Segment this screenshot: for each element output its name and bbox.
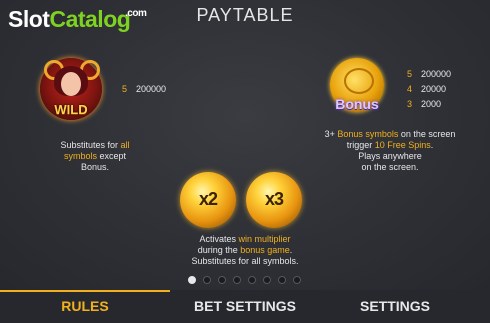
pay-count: 3 bbox=[407, 99, 413, 109]
pay-count: 4 bbox=[407, 84, 413, 94]
bonus-pays: 5 200000 4 20000 3 2000 bbox=[407, 67, 451, 112]
pay-value: 2000 bbox=[421, 99, 442, 109]
page-dot[interactable] bbox=[248, 276, 256, 284]
desc-highlight: win multiplier bbox=[238, 234, 291, 244]
desc-highlight: Bonus symbols bbox=[337, 129, 399, 139]
active-tab-underline bbox=[0, 290, 170, 292]
page-dot[interactable] bbox=[278, 276, 286, 284]
page-dot[interactable] bbox=[218, 276, 226, 284]
bonus-pay-row: 3 2000 bbox=[407, 97, 451, 112]
desc-text: . bbox=[430, 140, 434, 150]
paytable-panel: SlotCatalog .com PAYTABLE WILD 5 200000 S… bbox=[0, 0, 490, 290]
desc-text: trigger bbox=[346, 140, 375, 150]
wild-symbol-icon: WILD bbox=[40, 58, 102, 120]
pay-count: 5 bbox=[407, 69, 413, 79]
page-dot[interactable] bbox=[188, 276, 196, 284]
desc-text: on the screen. bbox=[361, 162, 419, 172]
coin-face-shape bbox=[344, 68, 374, 94]
wild-description: Substitutes for all symbols except Bonus… bbox=[40, 140, 150, 173]
page-dot[interactable] bbox=[233, 276, 241, 284]
desc-text: 3+ bbox=[324, 129, 338, 139]
pay-value: 200000 bbox=[421, 69, 452, 79]
desc-text: Substitutes for all symbols. bbox=[191, 256, 299, 266]
multiplier-x2-icon: x2 bbox=[180, 172, 236, 228]
desc-highlight: symbols bbox=[63, 151, 97, 161]
page-dot[interactable] bbox=[203, 276, 211, 284]
multiplier-x3-icon: x3 bbox=[246, 172, 302, 228]
desc-text: Plays anywhere bbox=[358, 151, 422, 161]
wild-pays: 5 200000 bbox=[122, 82, 166, 97]
wild-symbol-word: WILD bbox=[54, 102, 88, 117]
face-shape bbox=[61, 72, 81, 96]
multiplier-label: x3 bbox=[264, 189, 284, 209]
tab-bar: RULES BET SETTINGS SETTINGS bbox=[0, 290, 490, 323]
desc-text: Bonus. bbox=[80, 162, 110, 172]
pay-value: 200000 bbox=[136, 84, 167, 94]
desc-text: Substitutes for bbox=[60, 140, 121, 150]
page-dot[interactable] bbox=[263, 276, 271, 284]
desc-highlight: bonus game bbox=[240, 245, 290, 255]
desc-highlight: 10 Free Spins bbox=[374, 140, 431, 150]
pay-count: 5 bbox=[122, 84, 128, 94]
desc-text: during the bbox=[197, 245, 241, 255]
bonus-description: 3+ Bonus symbols on the screen trigger 1… bbox=[305, 129, 475, 173]
bonus-symbol-word: Bonus bbox=[335, 96, 379, 112]
desc-text: on the screen bbox=[398, 129, 456, 139]
multiplier-description: Activates win multiplier during the bonu… bbox=[160, 234, 330, 267]
tab-rules[interactable]: RULES bbox=[0, 290, 170, 323]
pay-value: 20000 bbox=[421, 84, 447, 94]
page-title: PAYTABLE bbox=[196, 5, 294, 25]
desc-text: Activates bbox=[199, 234, 239, 244]
desc-text: . bbox=[289, 245, 293, 255]
page-dot[interactable] bbox=[293, 276, 301, 284]
desc-text: except bbox=[96, 151, 127, 161]
tab-settings[interactable]: SETTINGS bbox=[320, 290, 470, 323]
multiplier-label: x2 bbox=[198, 189, 218, 209]
desc-highlight: all bbox=[120, 140, 130, 150]
bonus-pay-row: 5 200000 bbox=[407, 67, 451, 82]
tab-bet-settings[interactable]: BET SETTINGS bbox=[170, 290, 320, 323]
bonus-pay-row: 4 20000 bbox=[407, 82, 451, 97]
wild-pay-row: 5 200000 bbox=[122, 82, 166, 97]
